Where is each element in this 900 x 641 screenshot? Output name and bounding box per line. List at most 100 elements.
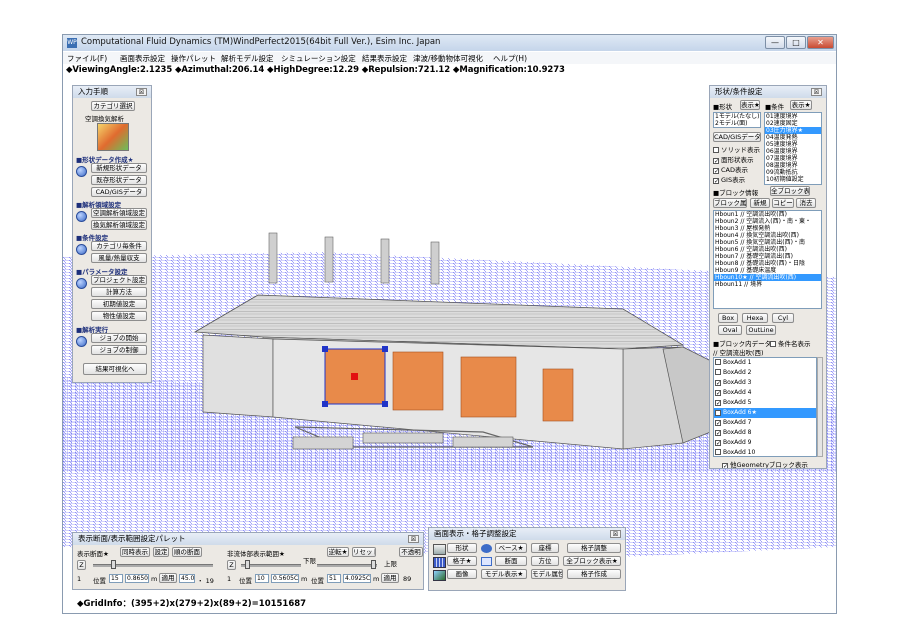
category-condition-button[interactable]: カテゴリ毎条件: [91, 241, 147, 251]
base-button[interactable]: ベース★: [495, 543, 527, 553]
menu-result-settings[interactable]: 結果表示設定: [362, 53, 407, 64]
boxadd-scrollbar[interactable]: [817, 357, 823, 457]
position-index-input[interactable]: 15: [109, 574, 123, 583]
list-item[interactable]: Hboun9 // 基礎床温度: [714, 267, 821, 274]
range-slider-thumb-2[interactable]: [371, 560, 376, 569]
list-item[interactable]: 08温度境界: [765, 162, 821, 169]
list-item[interactable]: 01速度境界: [765, 113, 821, 120]
job-start-button[interactable]: ジョブの開始: [91, 333, 147, 343]
list-item[interactable]: 04温度発熱: [765, 134, 821, 141]
boxadd-item[interactable]: ✓ BoxAdd 8: [714, 428, 816, 438]
wind-heat-button[interactable]: 風量/熱量収支: [91, 253, 147, 263]
other-geometry-checkbox[interactable]: ✓ 他Geometryブロック表示: [722, 459, 808, 468]
boxadd-item[interactable]: ✓ BoxAdd 9: [714, 438, 816, 448]
result-viz-button[interactable]: 結果可視化へ: [83, 363, 147, 375]
panel-close-button[interactable]: ☒: [610, 530, 621, 538]
maximize-button[interactable]: □: [786, 36, 806, 49]
list-item[interactable]: Hboun2 // 空調流入(西)・南・東・: [714, 218, 821, 225]
list-item[interactable]: 1モデル(たなし)★: [714, 113, 760, 120]
reset-button[interactable]: リセット: [352, 547, 376, 557]
section-button[interactable]: 断面: [495, 556, 527, 566]
direction-button[interactable]: 方位: [531, 556, 559, 566]
boxadd-item-selected[interactable]: ✓ BoxAdd 6★: [714, 408, 816, 418]
image-button[interactable]: 画像: [447, 569, 477, 579]
list-item[interactable]: 2モデル(面): [714, 120, 760, 127]
boxadd-item[interactable]: BoxAdd 1: [714, 358, 816, 368]
condition-display-button[interactable]: 表示★: [790, 100, 812, 110]
outline-button[interactable]: OutLine: [746, 325, 776, 335]
axis-z-button-2[interactable]: Z: [227, 560, 236, 570]
hbound-list[interactable]: Hboun1 // 空調流出吹(西) Hboun2 // 空調流入(西)・南・東…: [713, 210, 822, 309]
list-item[interactable]: 09流動抵抗: [765, 169, 821, 176]
new-block-button[interactable]: 新規: [750, 198, 770, 208]
gis-display-checkbox[interactable]: ✓ GIS表示: [713, 174, 745, 185]
upper-value-input[interactable]: 4.0925C: [343, 574, 371, 583]
sub-section-button[interactable]: 順の断面: [172, 547, 202, 557]
range-slider-thumb[interactable]: [245, 560, 250, 569]
axis-z-button[interactable]: Z: [77, 560, 86, 570]
apply-button[interactable]: 適用: [159, 573, 177, 583]
section-slider-thumb[interactable]: [111, 560, 116, 569]
menu-palette[interactable]: 操作パレット: [171, 53, 216, 64]
menu-help[interactable]: ヘルプ(H): [493, 53, 527, 64]
existing-shape-button[interactable]: 既存形状データ: [91, 175, 147, 185]
region-setting-button[interactable]: 空調解析領域設定: [91, 208, 147, 218]
panel-close-button[interactable]: ☒: [136, 88, 147, 96]
menu-view-settings[interactable]: 画面表示設定: [120, 53, 165, 64]
property-button[interactable]: 物性値設定: [91, 311, 147, 321]
lower-value-input[interactable]: 0.5605C: [271, 574, 299, 583]
selection-handle[interactable]: [382, 346, 388, 352]
category-select-button[interactable]: カテゴリ選択: [91, 101, 135, 111]
boxadd-item[interactable]: ✓ BoxAdd 4: [714, 388, 816, 398]
list-item[interactable]: 05速度境界: [765, 141, 821, 148]
hexa-button[interactable]: Hexa: [742, 313, 768, 323]
condition-name-checkbox[interactable]: 条件名表示: [770, 338, 811, 348]
lower-index-input[interactable]: 10: [255, 574, 269, 583]
selection-handle[interactable]: [322, 401, 328, 407]
block-attribute-button[interactable]: ブロック属性: [713, 198, 747, 208]
all-block-display-button[interactable]: 全ブロック表示: [770, 186, 810, 196]
angle-input[interactable]: 45.0: [179, 574, 195, 583]
new-shape-button[interactable]: 新規形状データ: [91, 163, 147, 173]
position-value-input[interactable]: 0.8650: [125, 574, 149, 583]
delete-block-button[interactable]: 消去: [796, 198, 816, 208]
calc-method-button[interactable]: 計算方法: [91, 287, 147, 297]
list-item-selected[interactable]: Hboun10★ // 空調流出吹(西): [714, 274, 821, 281]
boxadd-item[interactable]: BoxAdd 2: [714, 368, 816, 378]
title-bar[interactable]: WP Computational Fluid Dynamics (TM)Wind…: [63, 35, 836, 51]
range-slider-track-2[interactable]: [317, 564, 377, 567]
list-item[interactable]: Hboun3 // 屋根発熱: [714, 225, 821, 232]
list-item[interactable]: Hboun4 // 換気空調流出吹(西): [714, 232, 821, 239]
list-item[interactable]: Hboun1 // 空調流出吹(西): [714, 211, 821, 218]
oval-button[interactable]: Oval: [718, 325, 742, 335]
grid-adjust-button[interactable]: 格子調整: [567, 543, 621, 553]
shape-list[interactable]: 1モデル(たなし)★ 2モデル(面): [713, 112, 761, 128]
menu-tsunami-viz[interactable]: 津波/移動物体可視化: [413, 53, 483, 64]
list-item[interactable]: Hboun11 // 境界: [714, 281, 821, 288]
selection-handle[interactable]: [322, 346, 328, 352]
box-button[interactable]: Box: [718, 313, 738, 323]
model-display-button[interactable]: モデル表示★: [481, 569, 527, 579]
boxadd-item[interactable]: ✓ BoxAdd 3: [714, 378, 816, 388]
list-item[interactable]: 02速度固定: [765, 120, 821, 127]
list-item[interactable]: Hboun7 // 基礎空調流出(西): [714, 253, 821, 260]
shape-display-button[interactable]: 表示★: [740, 100, 760, 110]
model-attribute-button[interactable]: モデル属性: [531, 569, 563, 579]
boxadd-item[interactable]: ✓ BoxAdd 7: [714, 418, 816, 428]
range-slider-track[interactable]: [241, 564, 301, 567]
grid-create-button[interactable]: 格子作成: [567, 569, 621, 579]
boxadd-item[interactable]: BoxAdd 10: [714, 448, 816, 456]
ventilation-setting-button[interactable]: 換気解析領域設定: [91, 220, 147, 230]
panel-close-button[interactable]: ☒: [811, 88, 822, 96]
all-block-display-button[interactable]: 全ブロック表示★: [563, 556, 621, 566]
initial-value-button[interactable]: 初期値設定: [91, 299, 147, 309]
list-item[interactable]: Hboun5 // 換気空調流出(西)・南: [714, 239, 821, 246]
cad-gis-data-button[interactable]: CAD/GISデータ: [713, 132, 761, 142]
list-item[interactable]: 07温度境界: [765, 155, 821, 162]
menu-file[interactable]: ファイル(F): [67, 53, 107, 64]
coordinates-button[interactable]: 座標: [531, 543, 559, 553]
cad-display-checkbox[interactable]: ✓ CAD表示: [713, 164, 748, 175]
setting-button[interactable]: 設定: [153, 547, 169, 557]
list-item[interactable]: 10初期値設定: [765, 176, 821, 183]
close-button[interactable]: ✕: [807, 36, 834, 49]
